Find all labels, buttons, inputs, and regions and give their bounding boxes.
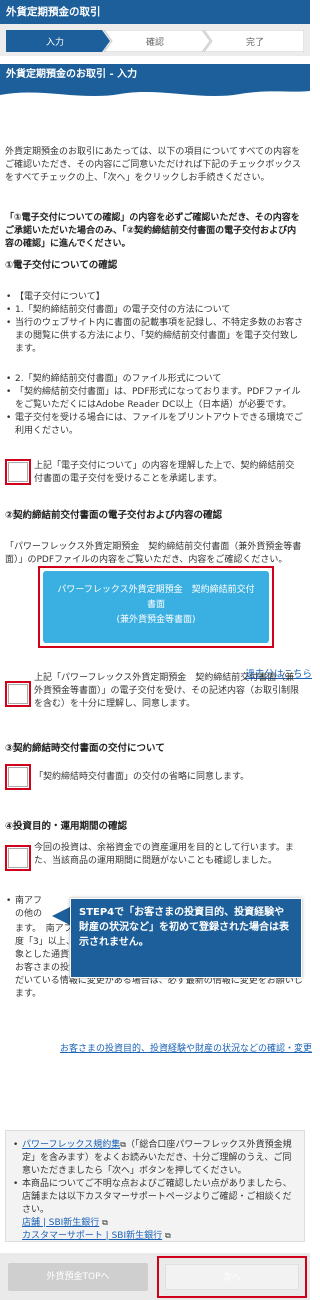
wave-divider xyxy=(0,91,310,100)
info-list: パワーフレックス規約集⧉（「総合口座パワーフレックス外貨預金規定」を含みます）を… xyxy=(12,1139,298,1217)
info-box: パワーフレックス規約集⧉（「総合口座パワーフレックス外貨預金規定」を含みます）を… xyxy=(5,1130,305,1242)
pdf-button-line2: 書面 xyxy=(146,599,165,610)
list-item: 電子交付を受ける場合には、ファイルをプリントアウトできる環境でご利用ください。 xyxy=(5,412,305,438)
terms-link[interactable]: パワーフレックス規約集 xyxy=(22,1140,120,1150)
section-2-description: 「パワーフレックス外貨定期預金 契約締結前交付書面（兼外貨預金等書面）」のPDF… xyxy=(5,542,302,566)
tooltip-callout: STEP4で「お客さまの投資目的、投資経験や財産の状況など」を初めて登録された場… xyxy=(70,898,302,978)
back-to-top-button[interactable]: 外貨預金TOPへ xyxy=(8,1263,148,1291)
consent-document-label: 上記「パワーフレックス外貨定期預金 契約締結前交付書面（兼外貨預金等書面）」の電… xyxy=(34,673,300,710)
customer-support-link[interactable]: カスタマーサポート | SBI新生銀行 xyxy=(22,1231,162,1241)
pdf-button-line1: パワーフレックス外貨定期預金 契約締結前交付 xyxy=(57,585,255,595)
progress-steps: 入力 確認 完了 xyxy=(0,24,310,56)
section-4-title: ④投資目的・運用期間の確認 xyxy=(5,821,128,832)
electronic-delivery-list-1: 【電子交付について】 1.「契約締結前交付書面」の電子交付の方法について 当行の… xyxy=(5,291,305,356)
investment-profile-change-link[interactable]: お客さまの投資目的、投資経験や財産の状況などの確認・変更 xyxy=(60,1043,312,1056)
support-link-row: カスタマーサポート | SBI新生銀行 ⧉ xyxy=(22,1230,298,1243)
consent-omit-document-label: 「契約締結時交付書面」の交付の省略に同意します。 xyxy=(34,772,250,782)
step-complete-label: 完了 xyxy=(246,38,265,48)
section-title: 外貨定期預金のお取引 - 入力 xyxy=(6,69,138,80)
section-header: 外貨定期預金のお取引 - 入力 xyxy=(0,64,310,100)
electronic-delivery-list-2: 2.「契約締結前交付書面」のファイル形式について 「契約締結前交付書面」は、PD… xyxy=(5,373,305,438)
consent-investment-purpose-label: 今回の投資は、余裕資金での資産運用を目的として行います。また、当該商品の運用期間… xyxy=(34,843,294,867)
list-item: 2.「契約締結前交付書面」のファイル形式について xyxy=(5,373,305,386)
pdf-button-highlight: パワーフレックス外貨定期預金 契約締結前交付 書面 (兼外貨預金等書面) xyxy=(38,566,274,648)
list-item: 1.「契約締結前交付書面」の電子交付の方法について xyxy=(5,304,305,317)
store-link-row: 店舗 | SBI新生銀行 ⧉ xyxy=(22,1217,298,1230)
title-bar: 外貨定期預金の取引 xyxy=(0,0,310,24)
notice-text: 「①電子交付についての確認」の内容を必ずご確認いただき、その内容をご承諾いただい… xyxy=(5,213,300,250)
intro-text: 外貨定期預金のお取引にあたっては、以下の項目についてすべての内容をご確認いただき… xyxy=(5,147,301,184)
next-button[interactable]: 次へ xyxy=(165,1264,299,1290)
footer-bar: 外貨預金TOPへ 次へ xyxy=(0,1253,310,1300)
support-links: 店舗 | SBI新生銀行 ⧉ カスタマーサポート | SBI新生銀行 ⧉ xyxy=(12,1217,298,1243)
list-item: 【電子交付について】 xyxy=(5,291,305,304)
list-item: 「契約締結前交付書面」は、PDF形式になっております。PDFファイルをご覧いただ… xyxy=(5,386,305,412)
consent-document-checkbox[interactable] xyxy=(8,684,28,704)
external-link-icon: ⧉ xyxy=(165,1231,171,1241)
consent-investment-purpose-checkbox[interactable] xyxy=(8,848,28,868)
list-item: 当行のウェブサイト内に書面の記載事項を記録し、不特定多数のお客さまの閲覧に供する… xyxy=(5,317,305,356)
list-item: 本商品についてご不明な点およびご確認したい点がありましたら、店舗または以下カスタ… xyxy=(12,1178,298,1217)
section-1-title: ①電子交付についての確認 xyxy=(5,260,118,271)
next-button-highlight: 次へ xyxy=(157,1256,307,1298)
page-title: 外貨定期預金の取引 xyxy=(6,6,101,18)
section-3-title: ③契約締結時交付書面の交付について xyxy=(5,743,165,754)
step-confirm-label: 確認 xyxy=(146,38,165,48)
external-link-icon: ⧉ xyxy=(102,1218,108,1228)
consent-omit-document-checkbox[interactable] xyxy=(8,767,28,787)
consent-electronic-delivery-checkbox[interactable] xyxy=(8,462,28,482)
list-item: パワーフレックス規約集⧉（「総合口座パワーフレックス外貨預金規定」を含みます）を… xyxy=(12,1139,298,1178)
pdf-document-button[interactable]: パワーフレックス外貨定期預金 契約締結前交付 書面 (兼外貨預金等書面) xyxy=(43,571,269,643)
tooltip-arrow xyxy=(52,906,72,926)
step-input-label: 入力 xyxy=(46,38,65,48)
section-2-title: ②契約締結前交付書面の電子交付および内容の確認 xyxy=(5,510,223,521)
store-link[interactable]: 店舗 | SBI新生銀行 xyxy=(22,1218,99,1228)
contact-text: 本商品についてご不明な点およびご確認したい点がありましたら、店舗または以下カスタ… xyxy=(22,1179,292,1216)
pdf-button-line3: (兼外貨預金等書面) xyxy=(116,614,196,625)
consent-electronic-delivery-label: 上記「電子交付について」の内容を理解した上で、契約締結前交付書面の電子交付を受け… xyxy=(34,461,295,485)
